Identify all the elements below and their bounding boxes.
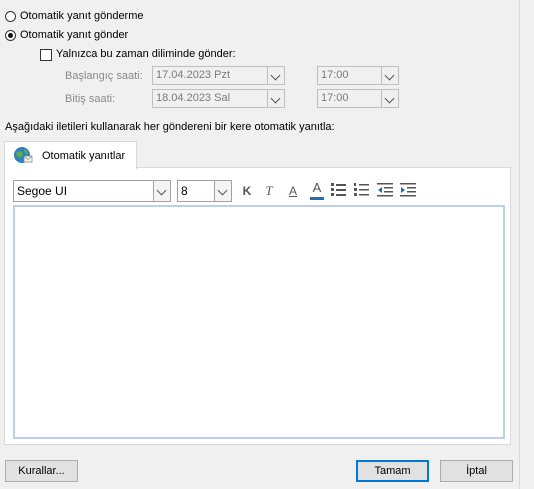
bullet-dot (331, 188, 334, 191)
end-date-dropdown-button[interactable] (267, 90, 284, 107)
no-auto-reply-radio[interactable] (5, 11, 16, 22)
time-range-checkbox[interactable] (40, 49, 52, 61)
underline-button[interactable]: A (283, 181, 303, 201)
end-date-select[interactable]: 18.04.2023 Sal (152, 89, 285, 108)
list-line (336, 194, 346, 196)
no-auto-reply-label: Otomatik yanıt gönderme (20, 10, 144, 22)
window-edge (519, 0, 534, 489)
bullet-dot (331, 183, 334, 186)
start-time-value: 17:00 (321, 69, 349, 81)
font-family-value: Segoe UI (17, 184, 68, 198)
send-auto-reply-option[interactable]: Otomatik yanıt gönder (5, 29, 205, 43)
instruction-text: Aşağıdaki iletileri kullanarak her gönde… (5, 121, 335, 133)
cancel-button[interactable]: İptal (440, 460, 513, 482)
font-family-select[interactable]: Segoe UI (13, 180, 171, 202)
start-date-select[interactable]: 17.04.2023 Pzt (152, 66, 285, 85)
chevron-down-icon (270, 70, 281, 81)
time-range-option[interactable]: Yalnızca bu zaman diliminde gönder: (40, 48, 280, 62)
rules-button[interactable]: Kurallar... (5, 460, 78, 482)
list-line (336, 184, 346, 186)
bullet-dot (331, 193, 334, 196)
tab-auto-replies-label: Otomatik yanıtlar (42, 150, 126, 162)
chevron-down-icon (156, 185, 167, 196)
chevron-down-icon (270, 93, 281, 104)
font-family-dropdown-button[interactable] (153, 181, 170, 201)
start-date-dropdown-button[interactable] (267, 67, 284, 84)
chevron-down-icon (384, 70, 395, 81)
font-size-dropdown-button[interactable] (214, 181, 231, 201)
numbered-list-icon[interactable] (354, 182, 370, 198)
send-auto-reply-radio[interactable] (5, 30, 16, 41)
tab-auto-replies[interactable]: Otomatik yanıtlar (4, 141, 137, 169)
start-time-select[interactable]: 17:00 (317, 66, 399, 85)
increase-indent-icon[interactable] (400, 182, 416, 198)
end-date-value: 18.04.2023 Sal (156, 92, 231, 104)
end-time-label: Bitiş saati: (65, 93, 116, 105)
start-date-value: 17.04.2023 Pzt (156, 69, 231, 81)
ok-button[interactable]: Tamam (356, 460, 429, 482)
font-color-swatch (310, 197, 324, 200)
bold-button[interactable]: K (237, 181, 257, 201)
end-time-select[interactable]: 17:00 (317, 89, 399, 108)
start-time-label: Başlangıç saati: (65, 70, 143, 82)
no-auto-reply-option[interactable]: Otomatik yanıt gönderme (5, 10, 205, 24)
decrease-indent-icon[interactable] (377, 182, 393, 198)
font-color-letter: A (312, 180, 322, 195)
send-auto-reply-label: Otomatik yanıt gönder (20, 29, 129, 41)
end-time-value: 17:00 (321, 92, 349, 104)
chevron-down-icon (384, 93, 395, 104)
end-time-dropdown-button[interactable] (381, 90, 398, 107)
font-size-value: 8 (181, 184, 188, 198)
globe-mail-icon (13, 145, 33, 165)
start-time-dropdown-button[interactable] (381, 67, 398, 84)
font-color-button[interactable]: A (307, 180, 327, 202)
auto-reply-message-editor[interactable] (13, 205, 505, 439)
chevron-down-icon (217, 185, 228, 196)
time-range-label: Yalnızca bu zaman diliminde gönder: (56, 48, 236, 60)
font-size-select[interactable]: 8 (177, 180, 232, 202)
list-line (336, 189, 346, 191)
italic-button[interactable]: T (259, 181, 279, 201)
bullet-list-icon[interactable] (331, 182, 347, 198)
